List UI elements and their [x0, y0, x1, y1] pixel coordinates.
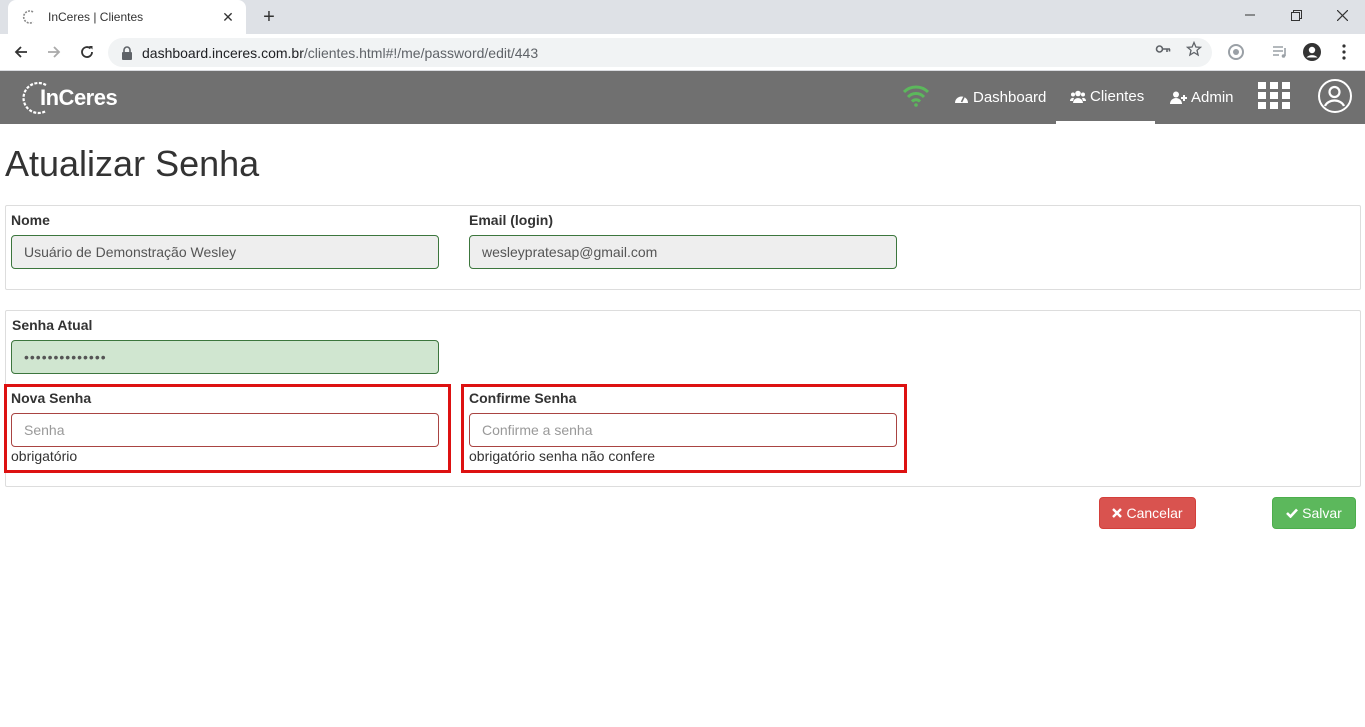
forward-arrow-icon[interactable] [42, 40, 66, 64]
inceres-favicon-icon [22, 9, 38, 25]
senha-atual-label: Senha Atual [12, 317, 93, 333]
key-icon[interactable] [1155, 41, 1171, 57]
check-icon [1286, 505, 1299, 521]
tab-title: InCeres | Clientes [48, 10, 144, 24]
users-icon [1070, 90, 1086, 103]
address-bar[interactable]: dashboard.inceres.com.br/clientes.html#!… [108, 38, 1212, 67]
confirme-senha-label: Confirme Senha [469, 390, 577, 406]
nova-senha-error: obrigatório [11, 448, 78, 464]
new-tab-button[interactable]: + [258, 6, 280, 28]
close-window-icon[interactable] [1319, 0, 1365, 30]
senha-atual-field[interactable]: •••••••••••••• [11, 340, 439, 374]
email-field: wesleypratesap@gmail.com [469, 235, 897, 269]
nav-admin-label: Admin [1191, 89, 1234, 106]
star-icon[interactable] [1186, 41, 1202, 57]
nav-dashboard-label: Dashboard [973, 89, 1047, 106]
nome-label: Nome [11, 212, 50, 228]
tab-close-icon[interactable]: ✕ [220, 9, 236, 25]
reload-icon[interactable] [75, 40, 99, 64]
dashboard-icon [954, 92, 969, 104]
inceres-logo[interactable]: InCeres [20, 78, 118, 118]
browser-toolbar: dashboard.inceres.com.br/clientes.html#!… [0, 34, 1365, 71]
user-plus-icon [1170, 91, 1187, 104]
url-text: dashboard.inceres.com.br/clientes.html#!… [142, 45, 538, 61]
nav-admin[interactable]: Admin [1170, 71, 1234, 124]
nome-field: Usuário de Demonstração Wesley [11, 235, 439, 269]
save-label: Salvar [1302, 505, 1342, 521]
cancel-button[interactable]: Cancelar [1099, 497, 1196, 529]
restore-icon[interactable] [1273, 0, 1319, 30]
page-title: Atualizar Senha [5, 143, 260, 184]
confirme-senha-error: obrigatório senha não confere [469, 448, 656, 464]
email-label: Email (login) [469, 212, 553, 228]
lock-icon [120, 45, 134, 60]
back-arrow-icon[interactable] [9, 40, 33, 64]
nav-clientes[interactable]: Clientes [1056, 71, 1155, 124]
save-button[interactable]: Salvar [1272, 497, 1356, 529]
nav-clientes-label: Clientes [1090, 87, 1145, 105]
apps-grid-icon[interactable] [1258, 82, 1290, 110]
extension-icon[interactable] [1226, 42, 1246, 62]
app-navbar: InCeres Dashboard Clientes Admin [0, 71, 1365, 124]
profile-icon[interactable] [1302, 42, 1322, 62]
close-icon [1112, 505, 1123, 521]
minimize-icon[interactable] [1227, 0, 1273, 30]
nova-senha-label: Nova Senha [11, 390, 92, 406]
url-path: /clientes.html#!/me/password/edit/443 [303, 44, 539, 61]
brand-name: InCeres [40, 85, 118, 110]
browser-tab[interactable]: InCeres | Clientes ✕ [8, 0, 246, 34]
nav-dashboard[interactable]: Dashboard [954, 71, 1046, 124]
user-avatar-icon[interactable] [1318, 79, 1352, 113]
nova-senha-input[interactable]: Senha [11, 413, 439, 447]
confirme-senha-input[interactable]: Confirme a senha [469, 413, 897, 447]
media-queue-icon[interactable] [1270, 42, 1290, 62]
cancel-label: Cancelar [1126, 505, 1183, 521]
browser-tabstrip: InCeres | Clientes ✕ + [0, 0, 1365, 34]
menu-kebab-icon[interactable] [1334, 42, 1354, 62]
connection-status-icon [903, 85, 929, 107]
url-host: dashboard.inceres.com.br [142, 44, 304, 61]
